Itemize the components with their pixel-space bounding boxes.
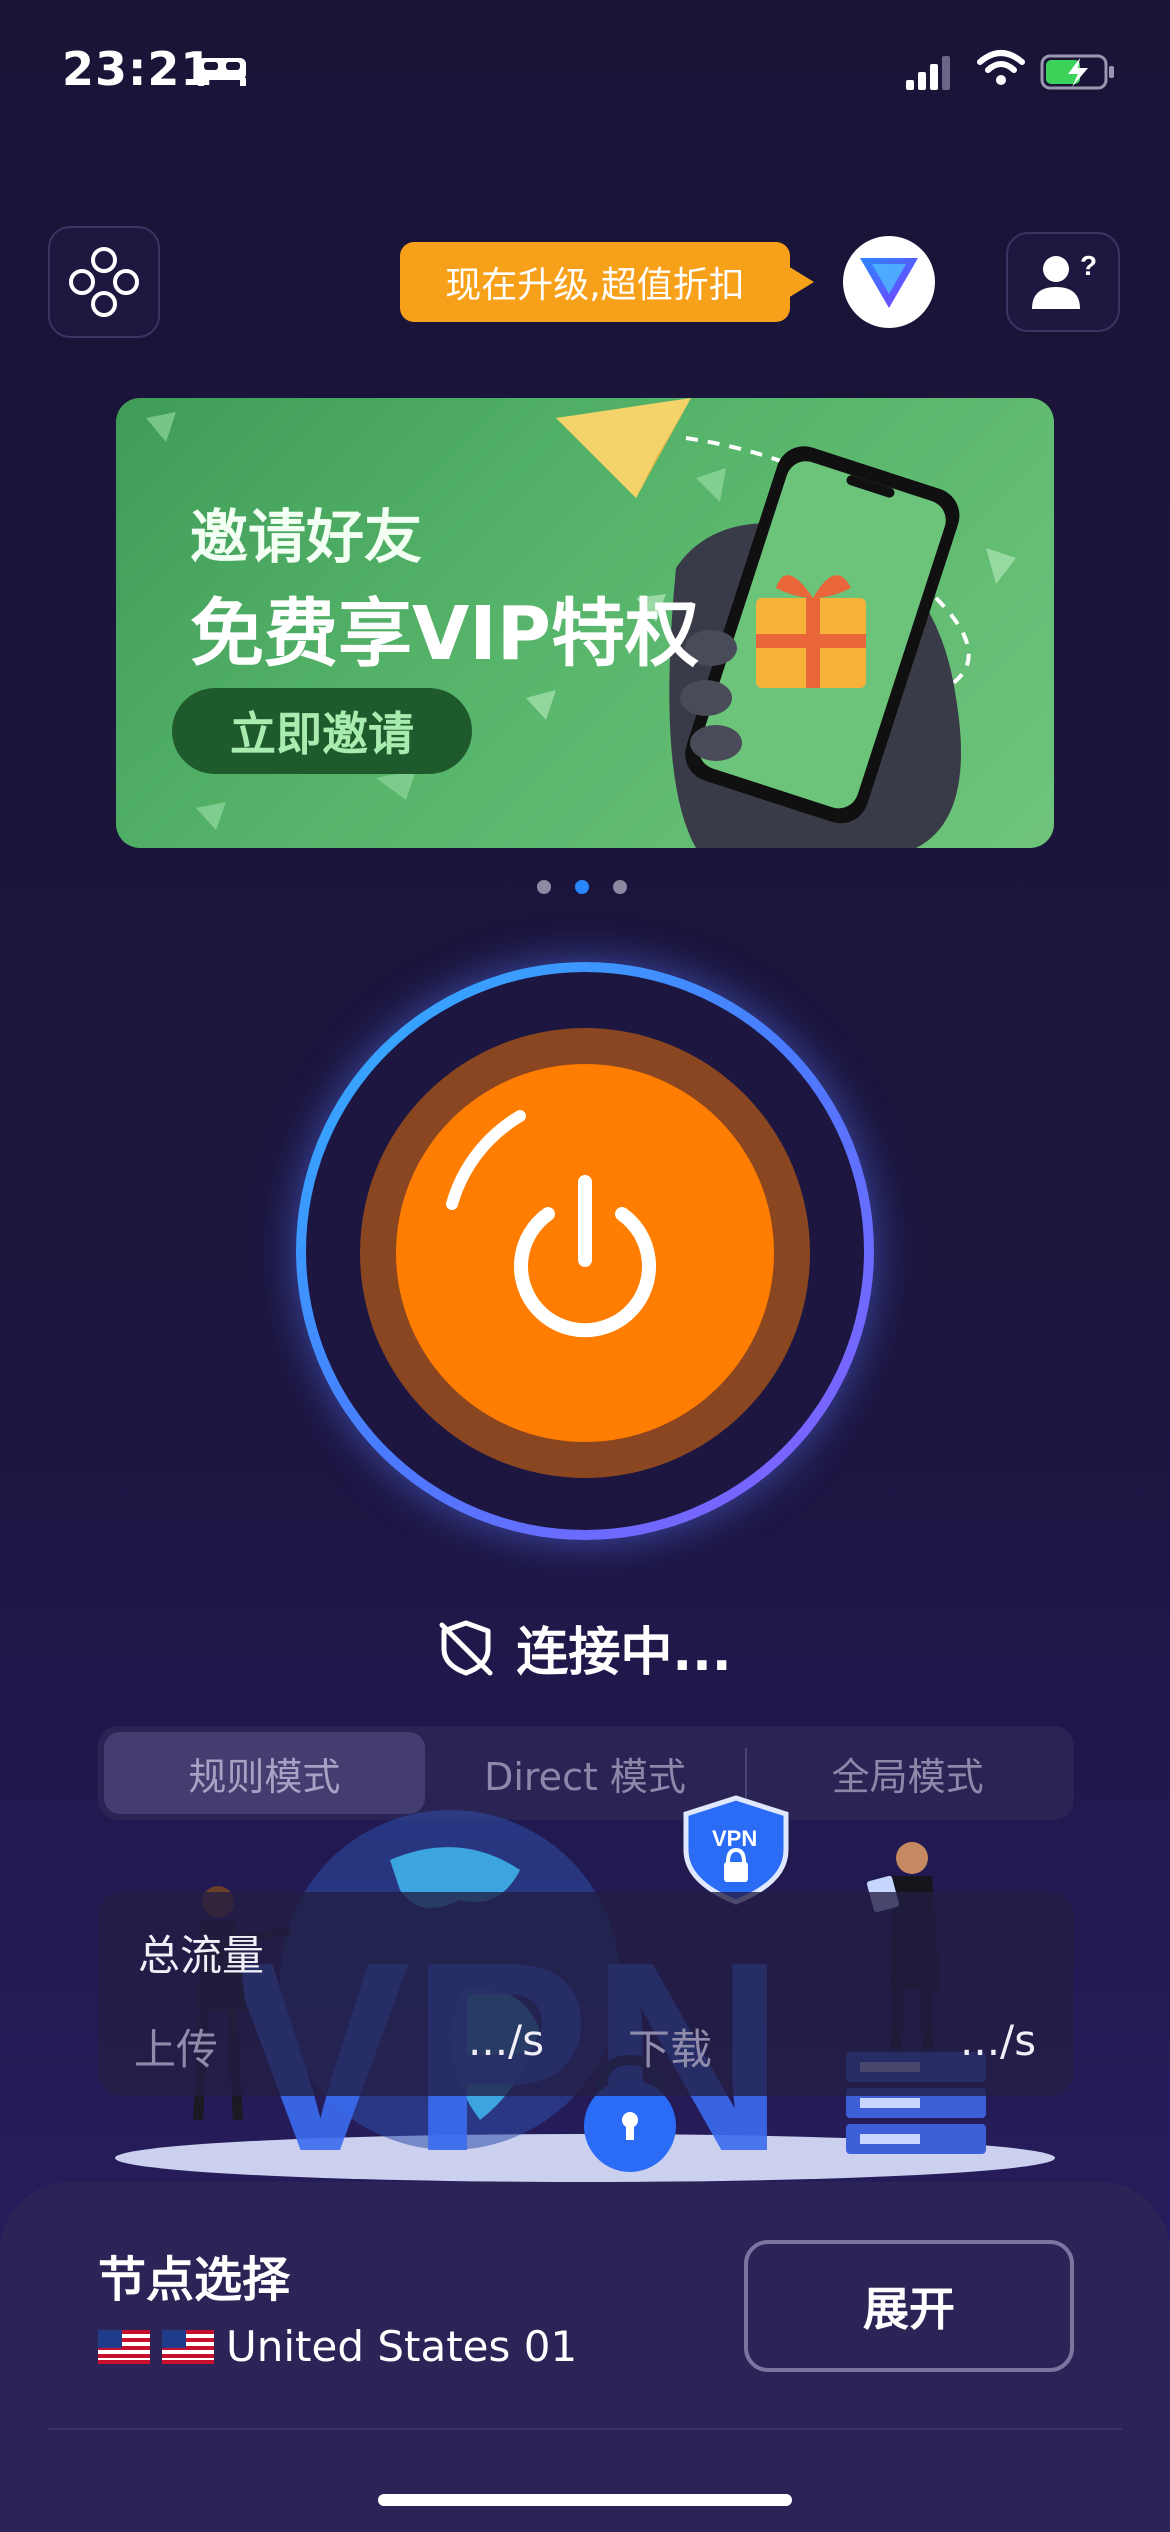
shield-off-icon bbox=[439, 1620, 493, 1675]
promo-arrow-icon bbox=[788, 266, 814, 298]
upload-value: .../s bbox=[468, 2016, 545, 2065]
support-button[interactable]: ? bbox=[1006, 232, 1120, 332]
invite-banner[interactable]: 邀请好友 免费享VIP特权 立即邀请 bbox=[116, 398, 1054, 848]
premium-logo-button[interactable] bbox=[843, 236, 935, 328]
sleep-mode-icon bbox=[198, 58, 246, 86]
user-help-icon: ? bbox=[1032, 250, 1097, 309]
upgrade-promo-button[interactable]: 现在升级,超值折扣 bbox=[400, 242, 790, 322]
download-label: 下载 bbox=[628, 2025, 713, 2074]
upload-label: 上传 bbox=[134, 2025, 219, 2074]
connection-status: 连接中... bbox=[0, 1610, 1170, 1685]
traffic-title: 总流量 bbox=[138, 1931, 265, 1980]
connection-status-text: 连接中... bbox=[516, 1623, 732, 1683]
banner-line2: 免费享VIP特权 bbox=[190, 591, 700, 677]
download-value: .../s bbox=[960, 2016, 1037, 2065]
menu-button[interactable] bbox=[48, 226, 160, 338]
us-flag-icon bbox=[162, 2329, 214, 2364]
node-name: United States 01 bbox=[226, 2322, 578, 2371]
home-indicator[interactable] bbox=[378, 2494, 792, 2506]
selected-node[interactable]: United States 01 bbox=[98, 2322, 577, 2371]
banner-page-indicator[interactable] bbox=[537, 880, 637, 896]
us-flag-icon bbox=[98, 2329, 150, 2364]
node-title: 节点选择 bbox=[98, 2252, 291, 2308]
page-dot-active[interactable] bbox=[575, 880, 589, 894]
page-dot[interactable] bbox=[613, 880, 627, 894]
expand-button[interactable]: 展开 bbox=[744, 2240, 1074, 2372]
traffic-panel: 总流量 上传 .../s 下载 .../s bbox=[98, 1892, 1074, 2096]
wifi-icon bbox=[977, 50, 1025, 85]
banner-line1: 邀请好友 bbox=[190, 503, 423, 571]
menu-icon bbox=[69, 247, 139, 317]
status-time: 23:21 bbox=[62, 42, 214, 96]
invite-now-button[interactable]: 立即邀请 bbox=[172, 688, 472, 774]
vpn-badge-text: VPN bbox=[712, 1826, 757, 1851]
power-button[interactable] bbox=[396, 1064, 774, 1442]
battery-charging-icon bbox=[1040, 54, 1114, 90]
cellular-signal-icon bbox=[906, 56, 950, 90]
sheet-divider bbox=[48, 2428, 1122, 2430]
vip-logo-icon bbox=[860, 258, 918, 308]
power-icon bbox=[446, 1110, 656, 1338]
svg-text:?: ? bbox=[1080, 250, 1097, 281]
page-dot[interactable] bbox=[537, 880, 551, 894]
